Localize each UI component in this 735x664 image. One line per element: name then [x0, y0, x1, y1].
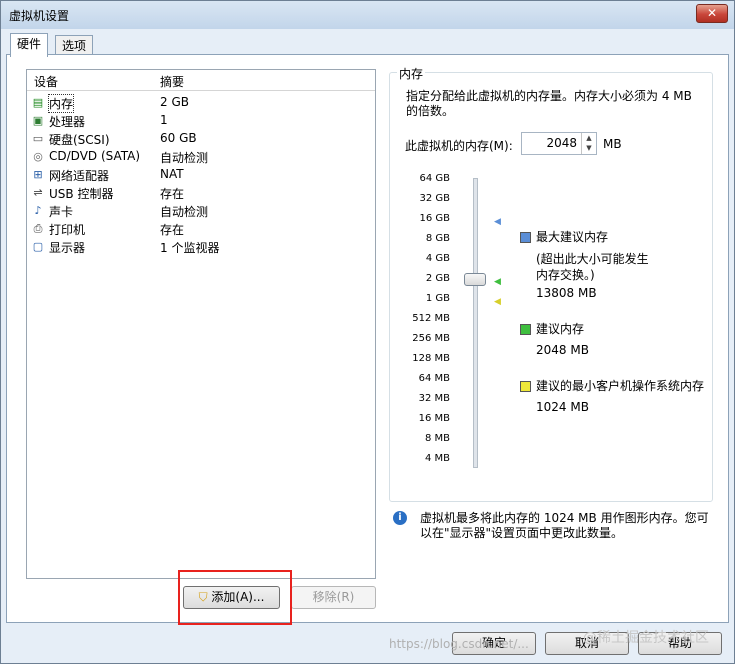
recommended-swatch [520, 324, 531, 335]
device-row-cd-dvd[interactable]: ◎ CD/DVD (SATA) 自动检测 [29, 148, 373, 166]
tick-label: 4 MB [424, 453, 450, 464]
device-summary: 1 [160, 113, 168, 127]
info-text: 虚拟机最多将此内存的 1024 MB 用作图形内存。您可以在"显示器"设置页面中… [420, 511, 709, 540]
memory-group-title: 内存 [397, 65, 426, 82]
tab-hardware[interactable]: 硬件 [10, 33, 49, 57]
device-name: CD/DVD (SATA) [49, 149, 141, 163]
tick-label: 4 GB [425, 253, 450, 264]
processor-icon: ▣ [32, 114, 44, 127]
tick-label: 16 MB [418, 413, 450, 424]
device-list[interactable]: 设备 摘要 ▤ 内存 2 GB ▣ 处理器 1 ▭ 硬盘(SCSI) 60 GB… [26, 69, 376, 579]
device-name: 硬盘(SCSI) [49, 133, 110, 147]
usb-icon: ⇌ [33, 186, 43, 199]
device-name: 网络适配器 [49, 169, 110, 183]
watermark-url: https://blog.csdn.net/... [389, 637, 529, 651]
sound-card-icon: ♪ [34, 204, 42, 217]
spin-down-icon[interactable]: ▼ [582, 143, 596, 153]
device-name: USB 控制器 [49, 187, 114, 201]
max-recommended-swatch [520, 232, 531, 243]
device-name: 处理器 [49, 115, 86, 129]
tab-options[interactable]: 选项 [55, 35, 94, 56]
device-name: 显示器 [49, 241, 86, 255]
device-summary: 存在 [160, 187, 185, 201]
memory-slider-thumb[interactable] [464, 273, 486, 286]
tick-label: 8 MB [424, 433, 450, 444]
printer-icon: ⎙ [33, 222, 43, 235]
tick-label: 8 GB [425, 233, 450, 244]
min-recommended-swatch [520, 381, 531, 392]
recommended-value: 2048 MB [536, 343, 589, 357]
close-button[interactable]: ✕ [696, 4, 728, 23]
device-row-memory[interactable]: ▤ 内存 2 GB [29, 94, 373, 113]
max-recommended-marker-icon: ◀ [494, 217, 501, 227]
min-recommended-marker-icon: ◀ [494, 297, 501, 307]
column-header-summary[interactable]: 摘要 [160, 73, 184, 90]
device-row-hard-disk[interactable]: ▭ 硬盘(SCSI) 60 GB [29, 130, 373, 148]
memory-unit: MB [603, 137, 622, 151]
device-name: 内存 [47, 94, 75, 113]
info-icon: i [393, 511, 407, 525]
memory-size-value[interactable]: 2048 [546, 136, 577, 150]
max-recommended-title: 最大建议内存 [536, 230, 609, 244]
device-summary: 60 GB [160, 131, 197, 145]
recommended-marker-icon: ◀ [494, 277, 501, 287]
memory-size-spinbox[interactable]: 2048 ▲ ▼ [521, 132, 597, 155]
hard-disk-icon: ▭ [32, 132, 44, 145]
display-icon: ▢ [32, 240, 44, 253]
device-summary: 存在 [160, 223, 185, 237]
memory-spin-buttons: ▲ ▼ [581, 133, 596, 154]
tick-label: 64 GB [419, 173, 450, 184]
window-title: 虚拟机设置 [9, 9, 70, 23]
remove-button[interactable]: 移除(R) [291, 586, 376, 609]
device-row-printer[interactable]: ⎙ 打印机 存在 [29, 220, 373, 238]
device-row-sound-card[interactable]: ♪ 声卡 自动检测 [29, 202, 373, 220]
tick-label: 256 MB [412, 333, 450, 344]
device-summary: 2 GB [160, 95, 189, 109]
device-summary: NAT [160, 167, 184, 181]
tick-label: 128 MB [412, 353, 450, 364]
min-recommended-value: 1024 MB [536, 400, 589, 414]
memory-description: 指定分配给此虚拟机的内存量。内存大小必须为 4 MB 的倍数。 [406, 89, 692, 118]
vm-settings-window: 虚拟机设置 ✕ 硬件 选项 设备 摘要 ▤ 内存 2 GB ▣ 处理器 1 ▭ [0, 0, 735, 664]
device-row-network-adapter[interactable]: ⊞ 网络适配器 NAT [29, 166, 373, 184]
min-recommended-title: 建议的最小客户机操作系统内存 [536, 379, 705, 393]
tick-label: 32 MB [418, 393, 450, 404]
device-summary: 自动检测 [160, 151, 209, 165]
tick-label: 32 GB [419, 193, 450, 204]
tick-label: 512 MB [412, 313, 450, 324]
device-summary: 1 个监视器 [160, 241, 220, 255]
tab-content: 设备 摘要 ▤ 内存 2 GB ▣ 处理器 1 ▭ 硬盘(SCSI) 60 GB… [6, 54, 729, 625]
tick-label: 1 GB [425, 293, 450, 304]
column-header-device[interactable]: 设备 [34, 73, 58, 90]
memory-slider-track[interactable] [473, 178, 478, 468]
cd-dvd-icon: ◎ [33, 150, 43, 163]
highlight-annotation [178, 570, 292, 625]
tick-label: 64 MB [418, 373, 450, 384]
memory-size-label: 此虚拟机的内存(M): [405, 139, 513, 153]
device-row-processor[interactable]: ▣ 处理器 1 [29, 112, 373, 130]
recommended-title: 建议内存 [536, 322, 585, 336]
device-row-usb-controller[interactable]: ⇌ USB 控制器 存在 [29, 184, 373, 202]
device-name: 声卡 [49, 205, 74, 219]
tab-bar: 硬件 选项 [1, 29, 734, 57]
device-name: 打印机 [49, 223, 86, 237]
watermark-brand: @稀土掘金技术社区 [583, 630, 709, 646]
network-adapter-icon: ⊞ [33, 168, 43, 181]
memory-group: 内存 指定分配给此虚拟机的内存量。内存大小必须为 4 MB 的倍数。 此虚拟机的… [389, 65, 713, 502]
title-bar[interactable]: 虚拟机设置 ✕ [1, 1, 734, 29]
device-summary: 自动检测 [160, 205, 209, 219]
device-row-display[interactable]: ▢ 显示器 1 个监视器 [29, 238, 373, 256]
tick-label: 2 GB [425, 273, 450, 284]
tick-label: 16 GB [419, 213, 450, 224]
spin-up-icon[interactable]: ▲ [582, 133, 596, 143]
max-recommended-value: 13808 MB [536, 286, 597, 300]
max-recommended-note: (超出此大小可能发生内存交换。) [536, 252, 649, 282]
list-header: 设备 摘要 [27, 70, 375, 91]
memory-icon: ▤ [32, 96, 44, 109]
